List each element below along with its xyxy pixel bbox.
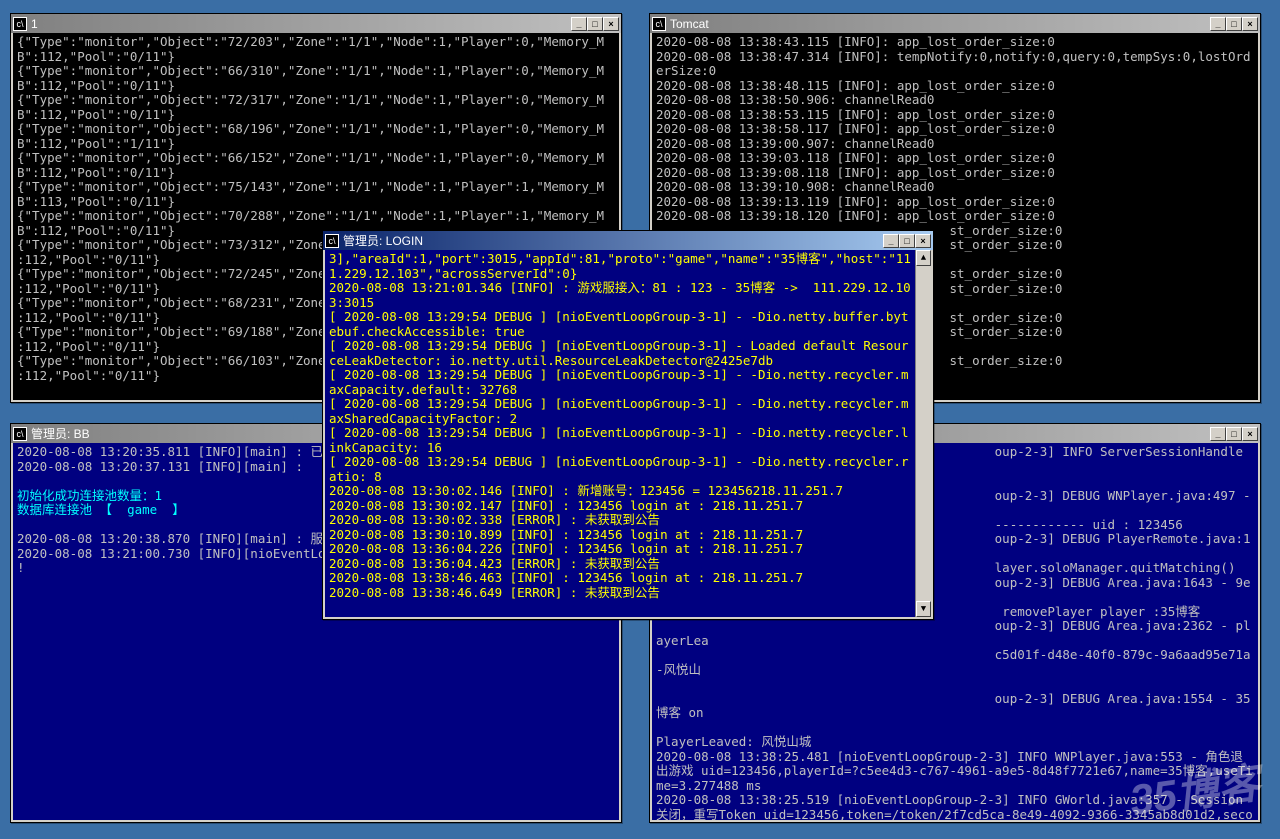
window-title: Tomcat <box>670 17 1210 31</box>
maximize-button[interactable]: □ <box>1226 17 1242 31</box>
minimize-button[interactable]: _ <box>1210 427 1226 441</box>
close-button[interactable]: × <box>603 17 619 31</box>
window-title: 1 <box>31 17 571 31</box>
log-line: 2020-08-08 13:30:02.338 [ERROR] : 未获取到公告 <box>329 513 911 528</box>
maximize-button[interactable]: □ <box>1226 427 1242 441</box>
log-line: [ 2020-08-08 13:29:54 DEBUG ] [nioEventL… <box>329 339 911 368</box>
window-controls: _ □ × <box>1210 17 1258 31</box>
window-controls: _ □ × <box>883 234 931 248</box>
log-line: 2020-08-08 13:36:04.423 [ERROR] : 未获取到公告 <box>329 557 911 572</box>
maximize-button[interactable]: □ <box>587 17 603 31</box>
cmd-icon: c\ <box>13 17 27 31</box>
log-line: 3],"areaId":1,"port":3015,"appId":81,"pr… <box>329 252 911 281</box>
minimize-button[interactable]: _ <box>1210 17 1226 31</box>
close-button[interactable]: × <box>1242 17 1258 31</box>
cmd-icon: c\ <box>325 234 339 248</box>
titlebar[interactable]: c\ Tomcat _ □ × <box>650 14 1260 33</box>
log-line: 2020-08-08 13:38:25.481 [nioEventLoopGro… <box>656 750 1254 794</box>
log-line: 2020-08-08 13:36:04.226 [INFO] : 123456 … <box>329 542 911 557</box>
log-line: oup-2-3] DEBUG Area.java:1554 - 35博客 on <box>656 692 1254 721</box>
window-title: 管理员: LOGIN <box>343 232 883 249</box>
cmd-icon: c\ <box>652 17 666 31</box>
window-controls: _ □ × <box>571 17 619 31</box>
log-line: [ 2020-08-08 13:29:54 DEBUG ] [nioEventL… <box>329 310 911 339</box>
log-line: 2020-08-08 13:30:02.146 [INFO] : 新增账号：12… <box>329 484 911 499</box>
scrollbar[interactable]: ▲ ▼ <box>915 250 931 617</box>
console-output[interactable]: 3],"areaId":1,"port":3015,"appId":81,"pr… <box>325 250 915 617</box>
log-line: 2020-08-08 13:38:46.649 [ERROR] : 未获取到公告 <box>329 586 911 601</box>
log-line: [ 2020-08-08 13:29:54 DEBUG ] [nioEventL… <box>329 368 911 397</box>
log-line: [ 2020-08-08 13:29:54 DEBUG ] [nioEventL… <box>329 455 911 484</box>
titlebar[interactable]: c\ 管理员: LOGIN _ □ × <box>323 231 933 250</box>
log-line: 2020-08-08 13:30:10.899 [INFO] : 123456 … <box>329 528 911 543</box>
maximize-button[interactable]: □ <box>899 234 915 248</box>
log-line: 2020-08-08 13:30:02.147 [INFO] : 123456 … <box>329 499 911 514</box>
log-line: 2020-08-08 13:21:01.346 [INFO] : 游戏服接入：8… <box>329 281 911 310</box>
cmd-icon: c\ <box>13 427 27 441</box>
close-button[interactable]: × <box>915 234 931 248</box>
minimize-button[interactable]: _ <box>571 17 587 31</box>
log-line: PlayerLeaved: 风悦山城 <box>656 735 1254 750</box>
log-line: 2020-08-08 13:38:25.519 [nioEventLoopGro… <box>656 793 1254 820</box>
scroll-up-button[interactable]: ▲ <box>916 250 931 266</box>
log-line: 2020-08-08 13:38:46.463 [INFO] : 123456 … <box>329 571 911 586</box>
log-line: [ 2020-08-08 13:29:54 DEBUG ] [nioEventL… <box>329 426 911 455</box>
log-line: oup-2-3] DEBUG Area.java:2362 - playerLe… <box>656 619 1254 648</box>
minimize-button[interactable]: _ <box>883 234 899 248</box>
scroll-down-button[interactable]: ▼ <box>916 601 931 617</box>
log-line: c5d01f-d48e-40f0-879c-9a6aad95e71a-风悦山 <box>656 648 1254 677</box>
titlebar[interactable]: c\ 1 _ □ × <box>11 14 621 33</box>
log-line <box>656 721 1254 736</box>
close-button[interactable]: × <box>1242 427 1258 441</box>
console-window-login[interactable]: c\ 管理员: LOGIN _ □ × 3],"areaId":1,"port"… <box>322 230 934 620</box>
window-controls: _ □ × <box>1210 427 1258 441</box>
log-line <box>656 677 1254 692</box>
log-line: [ 2020-08-08 13:29:54 DEBUG ] [nioEventL… <box>329 397 911 426</box>
